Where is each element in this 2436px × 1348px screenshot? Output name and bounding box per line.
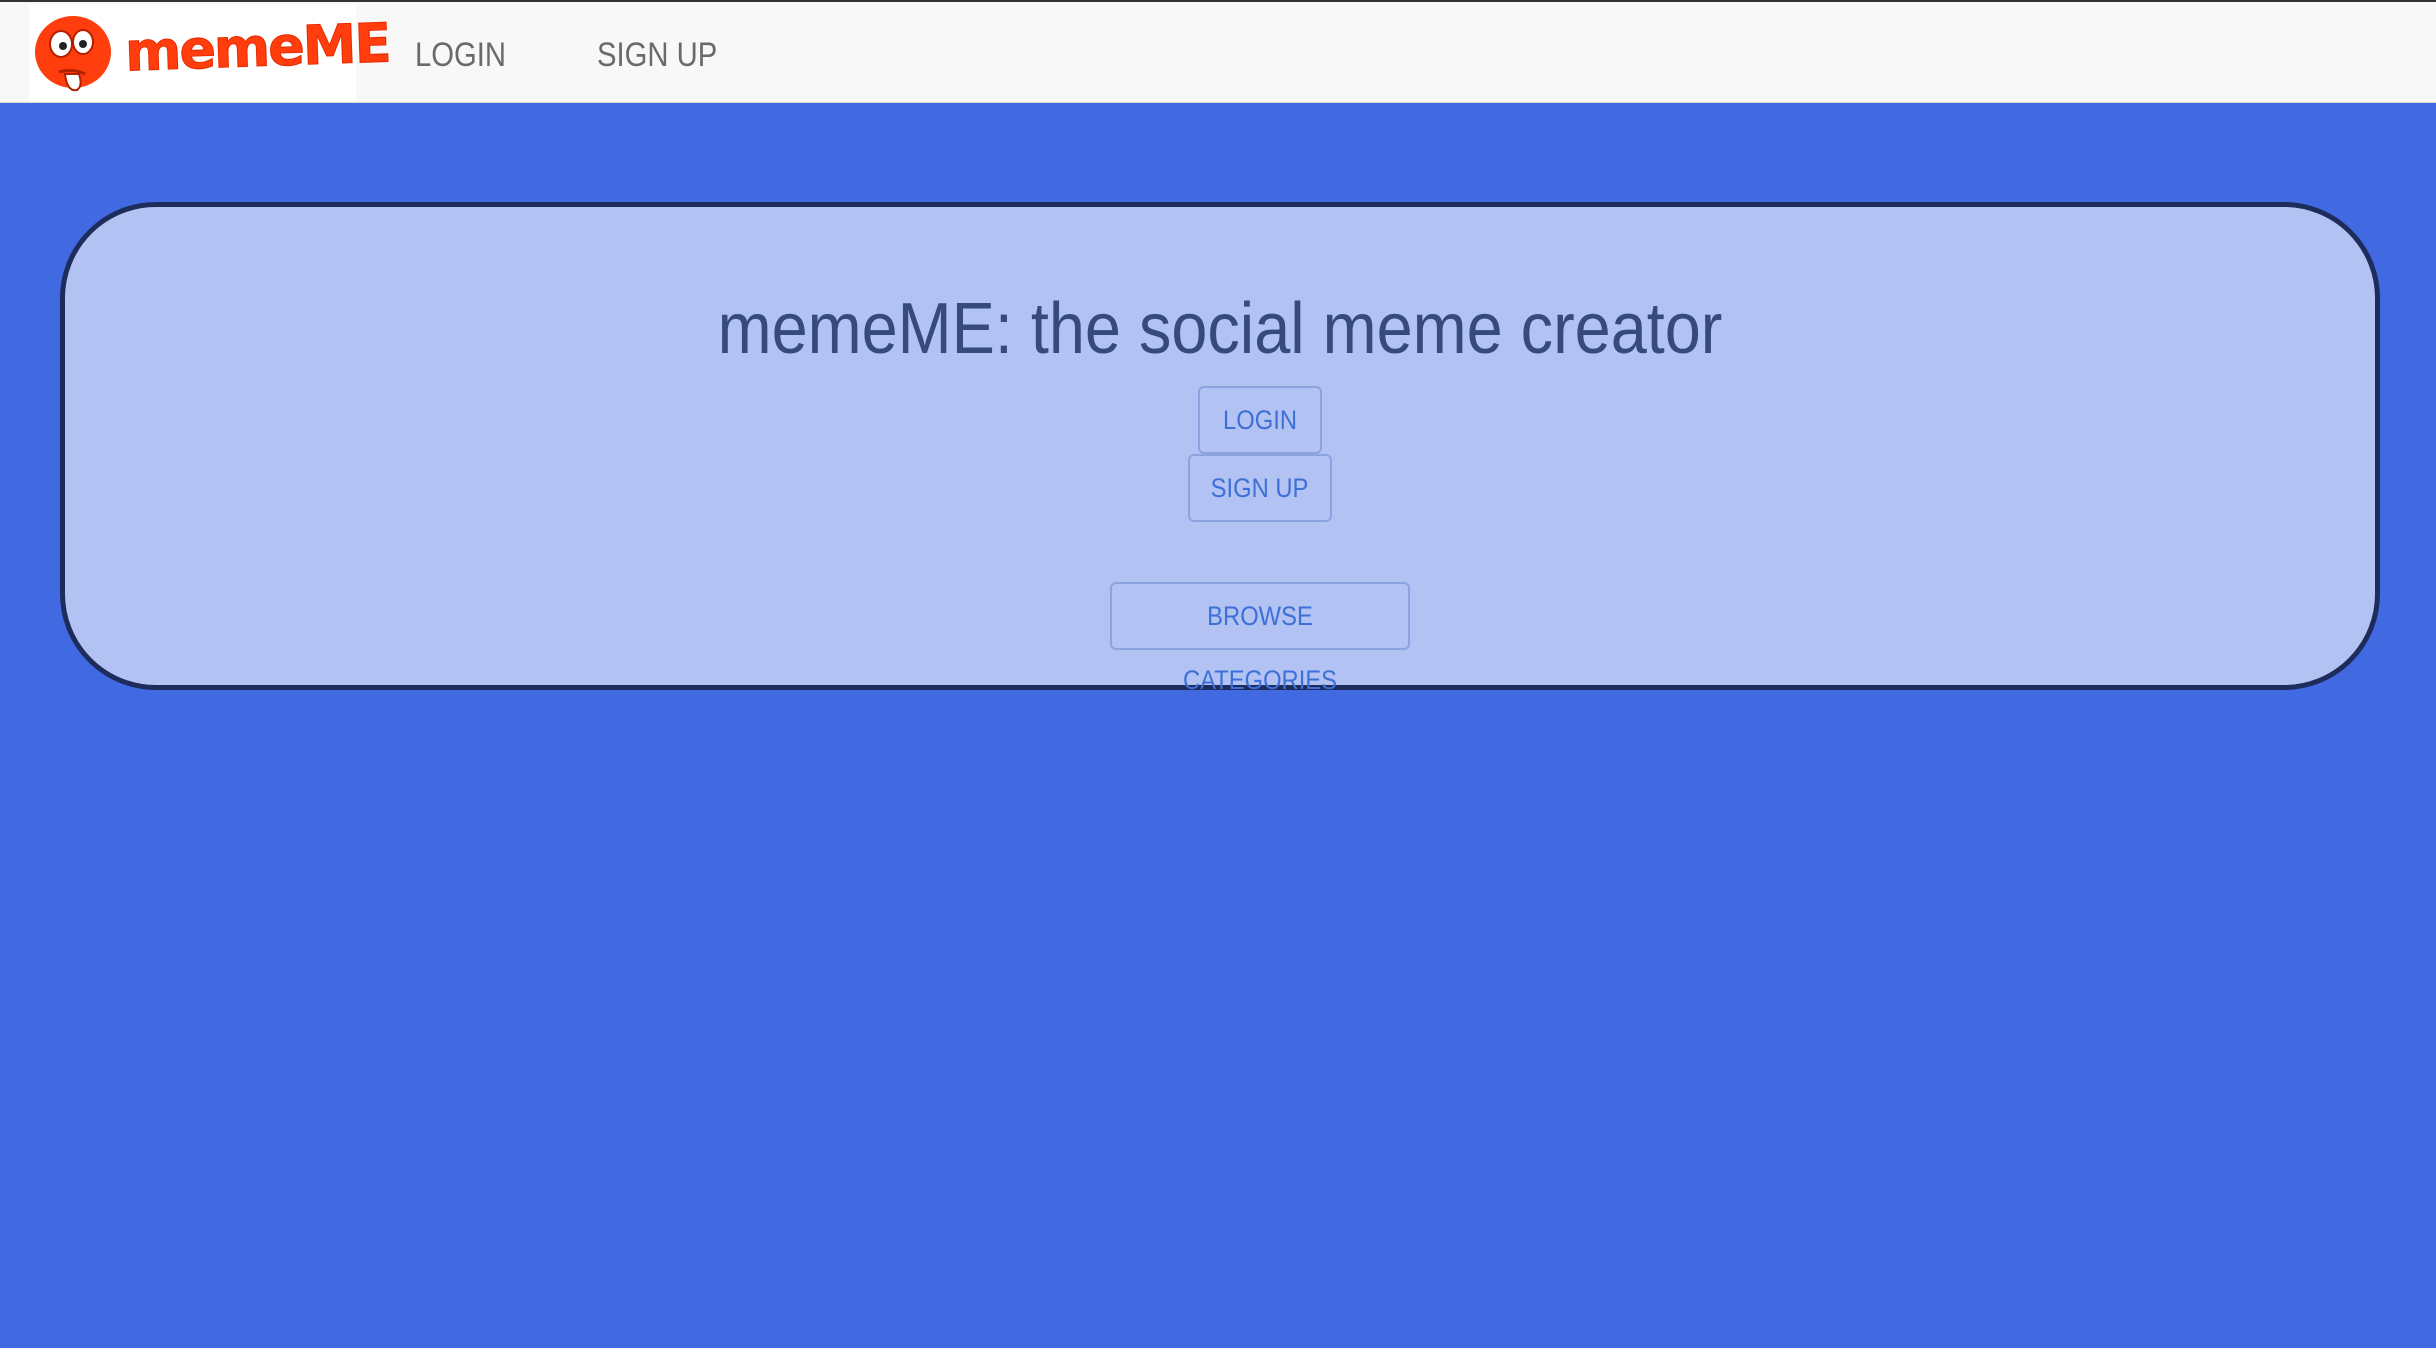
top-navbar: memeME LOGIN SIGN UP <box>0 0 2436 103</box>
brand-logo-text: memeME <box>123 11 391 84</box>
brand-logo-link[interactable]: memeME <box>29 4 391 102</box>
browse-categories-button[interactable]: BROWSE CATEGORIES <box>1110 582 1410 695</box>
mememe-face-logo-icon <box>35 16 111 92</box>
page-title: memeME: the social meme creator <box>717 289 1723 369</box>
nav-login-link[interactable]: LOGIN <box>415 2 506 105</box>
hero-panel: memeME: the social meme creator LOGIN SI… <box>60 202 2380 695</box>
login-button-label: LOGIN <box>1223 405 1297 435</box>
signup-button-label: SIGN UP <box>1211 473 1309 503</box>
signup-button[interactable]: SIGN UP <box>1188 454 1332 522</box>
login-button[interactable]: LOGIN <box>1198 386 1322 454</box>
browse-categories-button-label: BROWSE CATEGORIES <box>1182 601 1338 695</box>
nav-signup-link[interactable]: SIGN UP <box>597 2 717 105</box>
